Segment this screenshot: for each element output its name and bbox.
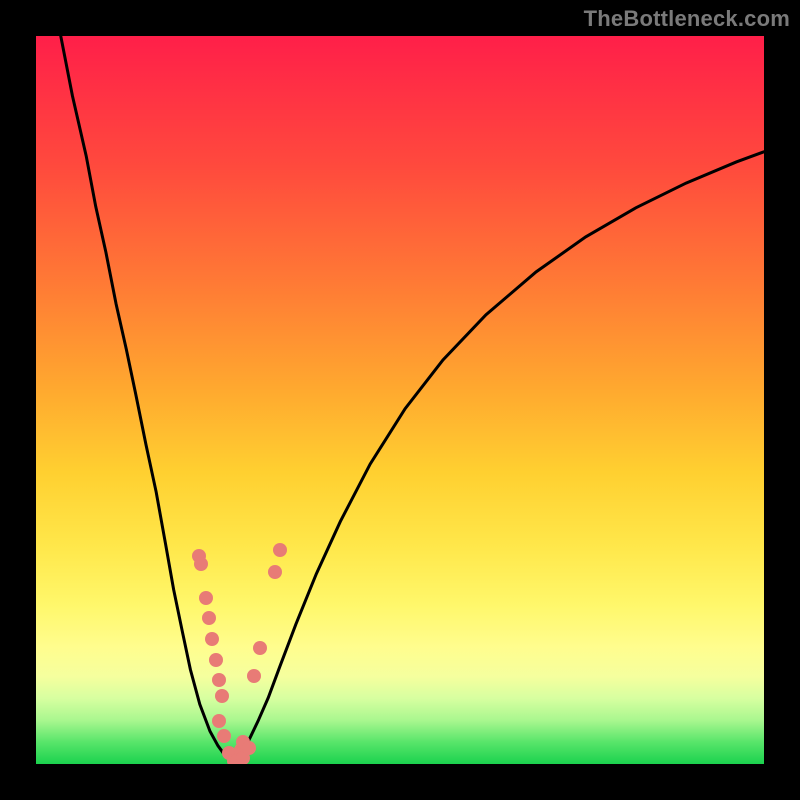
bottleneck-curve [36,36,764,764]
scatter-point [205,632,219,646]
scatter-point [194,557,208,571]
scatter-point [212,673,226,687]
chart-plot-area [36,36,764,764]
scatter-point [268,565,282,579]
scatter-point [273,543,287,557]
scatter-point [215,689,229,703]
curve-right-path [234,152,764,762]
curve-left-path [61,36,234,762]
scatter-point [202,611,216,625]
scatter-point [247,669,261,683]
watermark-text: TheBottleneck.com [584,6,790,32]
scatter-point [242,741,256,755]
scatter-point [209,653,223,667]
